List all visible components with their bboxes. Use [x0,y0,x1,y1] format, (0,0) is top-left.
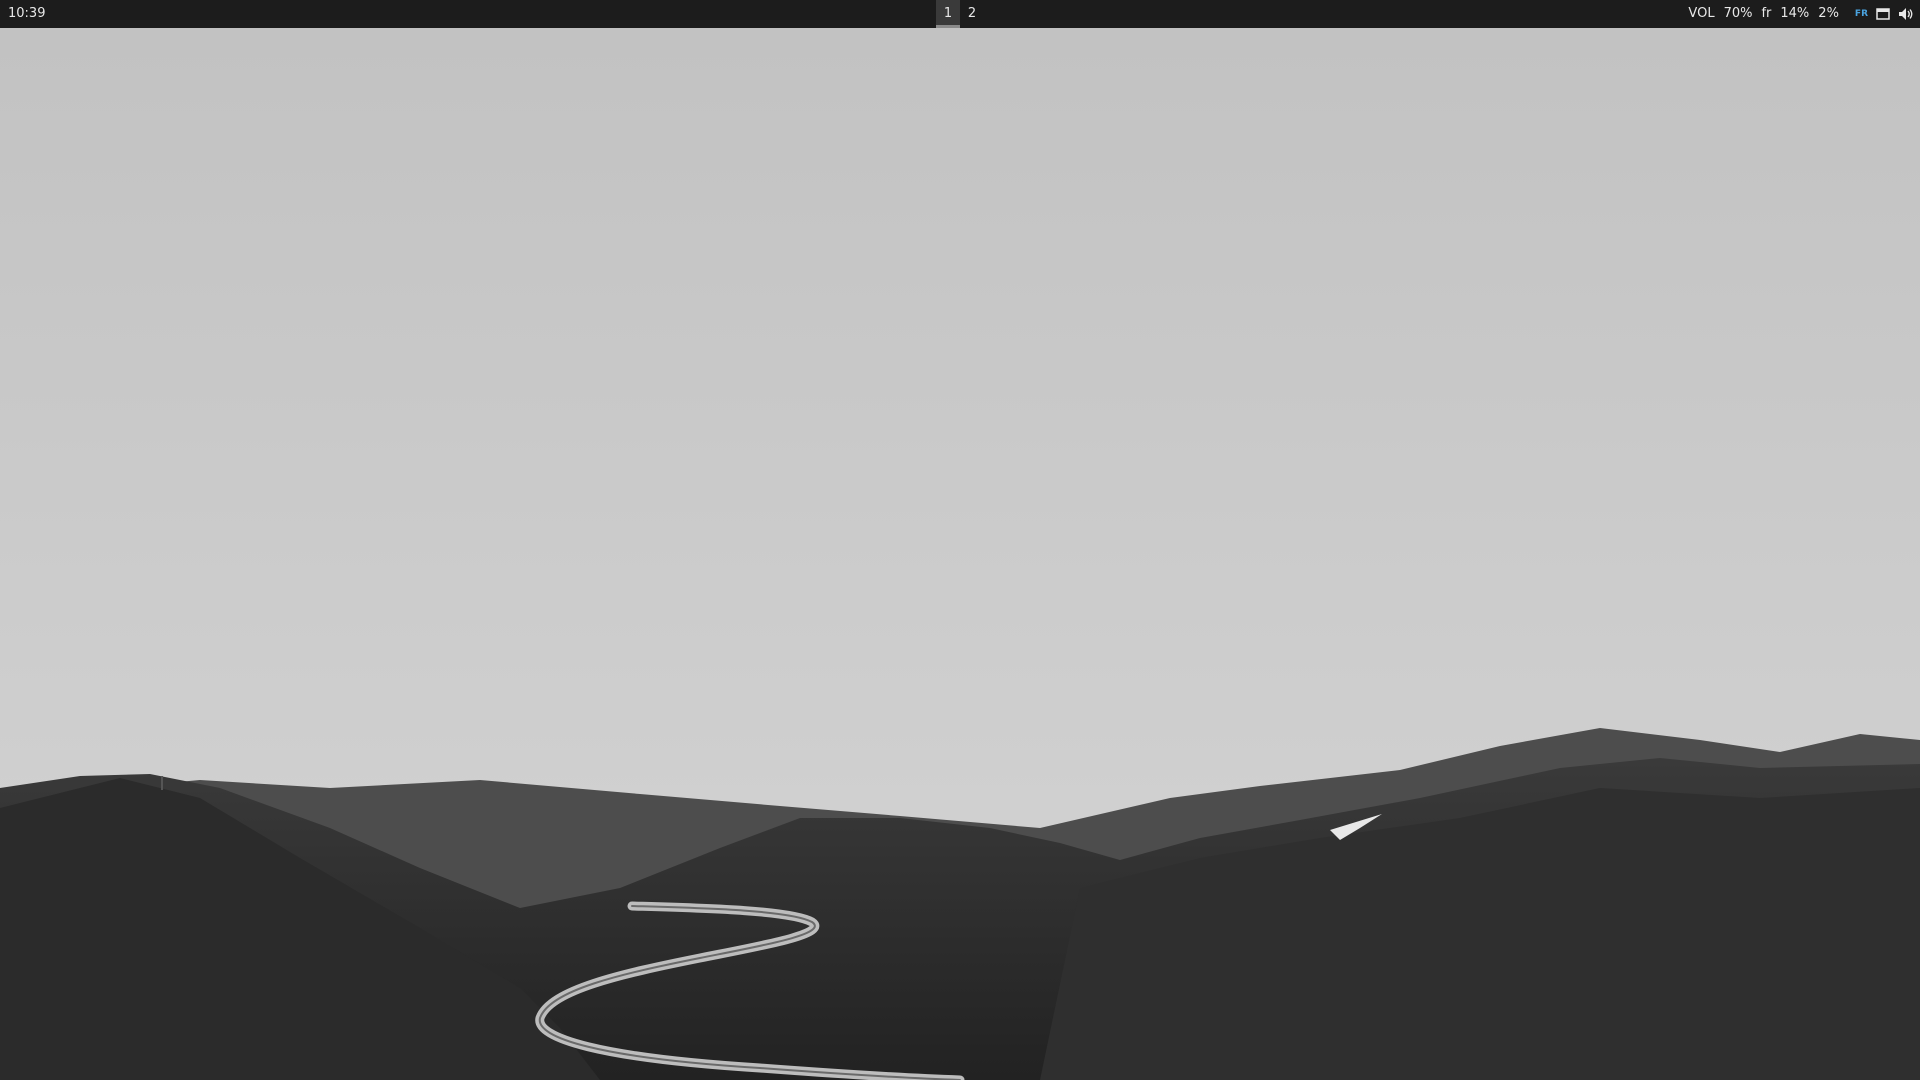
desktop: 10:39 1 2 VOL 70% fr 14% 2% FR [0,0,1920,1080]
window-icon[interactable] [1876,0,1890,28]
speaker-icon[interactable] [1898,0,1914,28]
status-area: VOL 70% fr 14% 2% FR [1688,0,1914,28]
mast [161,776,163,790]
memory-usage: 2% [1818,6,1839,21]
keyboard-layout[interactable]: fr [1761,0,1771,28]
workspace-1[interactable]: 1 [936,0,960,28]
volume-label: VOL [1688,6,1715,21]
workspace-2[interactable]: 2 [960,0,984,28]
cpu-usage: 14% [1780,6,1810,21]
volume-value[interactable]: 70% [1724,0,1753,28]
workspace-switcher: 1 2 [936,0,984,28]
language-badge[interactable]: FR [1855,0,1868,28]
wallpaper [0,28,1920,1080]
top-bar: 10:39 1 2 VOL 70% fr 14% 2% FR [0,0,1920,28]
clock[interactable]: 10:39 [8,0,45,28]
